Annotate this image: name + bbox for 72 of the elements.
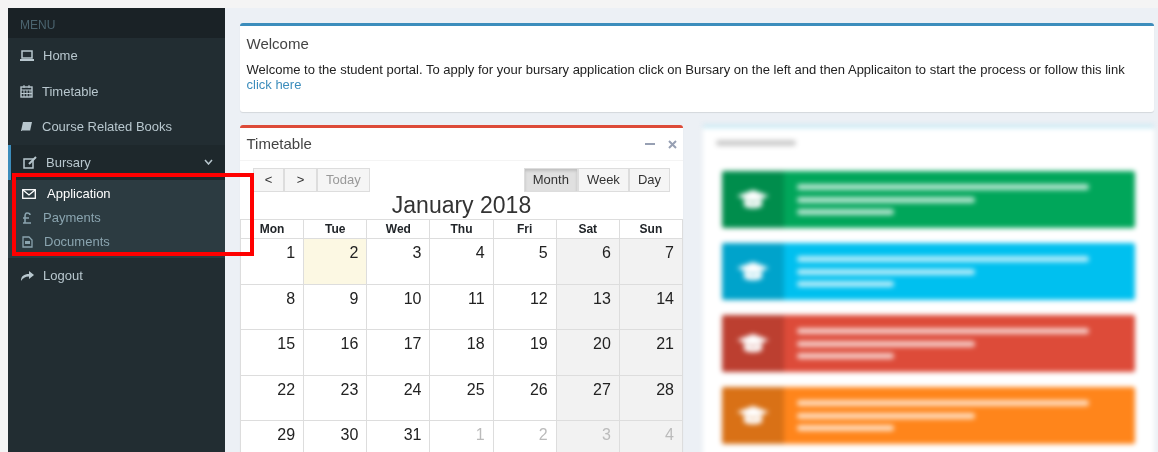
day-cell[interactable]: 12 (493, 284, 557, 330)
day-cell[interactable]: 22 (240, 375, 304, 421)
course-card[interactable] (722, 171, 1135, 229)
day-cell[interactable]: 9 (303, 284, 367, 330)
course-card[interactable] (722, 243, 1135, 301)
envelope-icon (22, 189, 36, 199)
view-tab[interactable]: Week (577, 167, 629, 192)
weekday-header: Sat (556, 219, 620, 239)
day-cell[interactable]: 1 (240, 238, 304, 285)
box-title: Timetable (246, 133, 313, 154)
weekday-header: Sun (619, 219, 683, 239)
day-cell[interactable]: 21 (619, 329, 683, 376)
weekday-header: Wed (366, 219, 430, 239)
day-cell[interactable]: 5 (493, 238, 557, 285)
month-title: January 2018 (390, 191, 533, 220)
day-cell[interactable]: 15 (240, 329, 304, 376)
calendar-icon (20, 84, 33, 98)
course-card[interactable] (722, 387, 1135, 445)
day-cell[interactable]: 14 (619, 284, 683, 330)
day-cell[interactable]: 19 (493, 329, 557, 376)
view-tab[interactable]: Day (628, 167, 670, 192)
day-cell[interactable]: 29 (240, 420, 304, 452)
sidebar-item[interactable]: Course Related Books (8, 109, 225, 145)
day-cell[interactable]: 6 (556, 238, 620, 285)
document-icon (22, 236, 33, 248)
sidebar-item[interactable]: Timetable (8, 73, 225, 109)
edit-icon (23, 155, 37, 169)
day-cell[interactable]: 7 (619, 238, 683, 285)
laptop-icon (20, 50, 34, 62)
graduation-cap-icon (737, 189, 769, 210)
day-cell[interactable]: 8 (240, 284, 304, 330)
next-button[interactable]: > (284, 167, 317, 192)
day-cell[interactable]: 17 (366, 329, 430, 376)
day-cell[interactable]: 28 (619, 375, 683, 421)
day-cell[interactable]: 18 (429, 329, 494, 376)
graduation-cap-icon (737, 333, 769, 354)
day-cell[interactable]: 2 (303, 238, 367, 285)
day-cell[interactable]: 26 (493, 375, 557, 421)
day-cell[interactable]: 24 (366, 375, 430, 421)
day-cell[interactable]: 25 (429, 375, 494, 421)
weekday-header: Thu (429, 219, 494, 239)
chevron-icon (204, 159, 213, 166)
day-cell[interactable]: 16 (303, 329, 367, 376)
day-cell[interactable]: 11 (429, 284, 494, 330)
day-cell[interactable]: 3 (366, 238, 430, 285)
course-card[interactable] (722, 315, 1135, 373)
share-arrow-icon (20, 270, 34, 282)
close-icon[interactable] (667, 139, 677, 149)
welcome-text: Welcome to the student portal. To apply for your bursary application click on Bursary on the left and then Applicaiton to start the process or follow this link click here (246, 61, 1126, 95)
submenu-item[interactable]: Payments (8, 206, 225, 230)
view-tab[interactable]: Month (523, 167, 578, 192)
weekday-header: Fri (493, 219, 557, 239)
day-cell[interactable]: 10 (366, 284, 430, 330)
day-cell[interactable]: 4 (429, 238, 494, 285)
book-icon (20, 120, 33, 133)
submenu-item[interactable]: Documents (8, 230, 225, 254)
sidebar-item[interactable]: Home (8, 38, 225, 74)
click-here-link[interactable]: click here (246, 77, 302, 93)
sidebar-item[interactable]: Logout (8, 258, 225, 294)
pound-sign-icon (22, 212, 32, 224)
day-cell[interactable]: 27 (556, 375, 620, 421)
submenu-item[interactable]: Application (8, 182, 225, 206)
day-cell[interactable]: 20 (556, 329, 620, 376)
box-title: Welcome (246, 33, 310, 54)
day-cell[interactable]: 13 (556, 284, 620, 330)
menu-header: MENU (8, 8, 225, 38)
graduation-cap-icon (737, 405, 769, 426)
day-cell[interactable]: 23 (303, 375, 367, 421)
weekday-header: Mon (240, 219, 304, 239)
graduation-cap-icon (737, 261, 769, 282)
weekday-header: Tue (303, 219, 367, 239)
previous-button[interactable]: < (253, 167, 284, 192)
